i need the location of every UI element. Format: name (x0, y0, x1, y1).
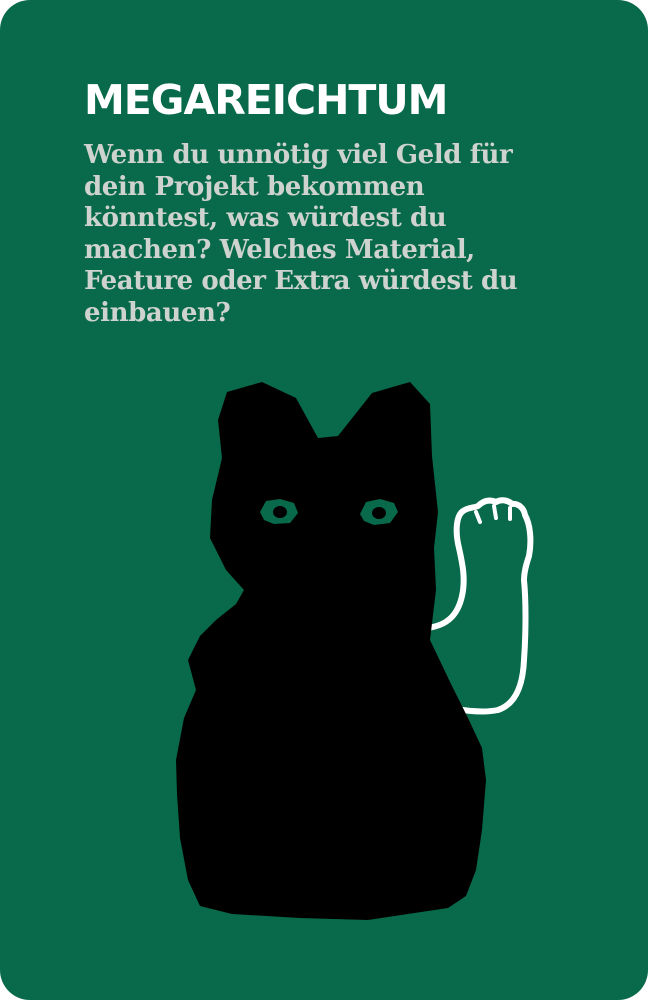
question-card: MEGAREICHTUM Wenn du unnötig viel Geld f… (0, 0, 648, 1000)
cat-silhouette (176, 382, 486, 920)
waving-lucky-cat-icon (176, 382, 534, 920)
